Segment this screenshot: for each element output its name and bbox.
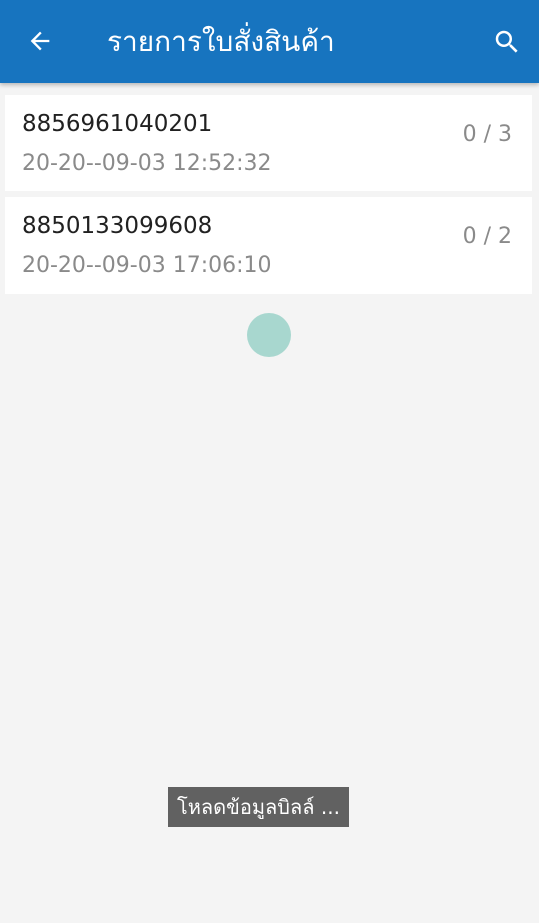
order-datetime: 20-20--09-03 12:52:32 [22,151,272,176]
order-count: 0 / 2 [462,224,512,249]
back-button[interactable] [20,21,60,61]
search-icon [495,30,518,53]
order-code: 8850133099608 [22,213,213,239]
order-datetime: 20-20--09-03 17:06:10 [22,253,272,278]
loading-spinner [247,313,291,357]
app-bar: รายการใบสั่งสินค้า [0,0,539,83]
loading-toast: โหลดข้อมูลบิลล์ ... [168,787,349,827]
order-code: 8856961040201 [22,111,213,137]
search-button[interactable] [487,22,527,62]
page-title: รายการใบสั่งสินค้า [107,25,335,58]
order-item[interactable]: 8856961040201 20-20--09-03 12:52:32 0 / … [5,95,532,191]
order-list: 8856961040201 20-20--09-03 12:52:32 0 / … [5,95,532,300]
arrow-left-icon [30,31,50,51]
order-count: 0 / 3 [462,122,512,147]
order-item[interactable]: 8850133099608 20-20--09-03 17:06:10 0 / … [5,197,532,294]
screen: รายการใบสั่งสินค้า 8856961040201 20-20--… [0,0,539,923]
